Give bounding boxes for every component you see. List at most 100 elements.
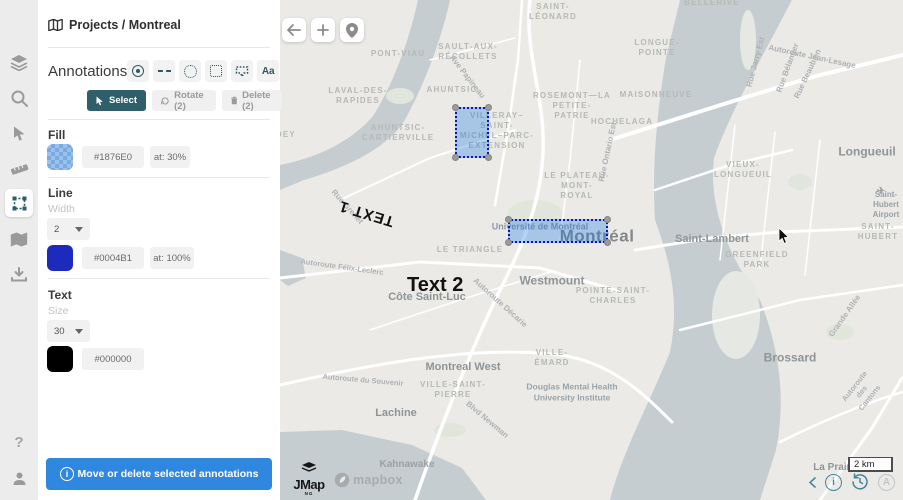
locate-button[interactable] xyxy=(340,18,364,42)
text-section-title: Text xyxy=(48,288,72,302)
text-tool-icon: Aa xyxy=(262,66,275,77)
chevron-down-icon xyxy=(75,329,83,334)
line-width-dropdown[interactable]: 2 xyxy=(47,218,90,240)
info-icon: i xyxy=(60,467,74,481)
line-color-swatch[interactable] xyxy=(47,245,73,271)
fill-section-title: Fill xyxy=(48,128,65,142)
chevron-down-icon xyxy=(75,227,83,232)
delete-button-label: Delete (2) xyxy=(242,90,273,112)
resize-handle[interactable] xyxy=(604,216,611,223)
history-button[interactable] xyxy=(851,473,869,491)
tool-rectangle-button[interactable] xyxy=(205,60,227,82)
resize-handle[interactable] xyxy=(452,104,459,111)
resize-handle[interactable] xyxy=(485,104,492,111)
polygon-icon xyxy=(235,65,249,78)
map-basemap xyxy=(280,0,903,500)
resize-handle[interactable] xyxy=(505,239,512,246)
export-button[interactable] xyxy=(7,262,31,286)
line-width-label: Width xyxy=(48,203,75,215)
compass-button[interactable]: A xyxy=(878,474,895,491)
point-icon xyxy=(132,65,144,77)
tool-line-button[interactable] xyxy=(153,60,175,82)
text-hex-field[interactable]: #000000 xyxy=(82,348,144,370)
jmap-logo: JMap NG xyxy=(292,460,326,496)
annotation-rectangle-1[interactable] xyxy=(455,107,489,158)
info-button[interactable]: i xyxy=(825,474,842,491)
text-size-value: 30 xyxy=(54,326,65,337)
tool-point-button[interactable] xyxy=(127,60,149,82)
download-icon xyxy=(11,267,27,282)
pin-icon xyxy=(346,23,358,38)
annotation-text-2[interactable]: Text 2 xyxy=(407,274,463,297)
fill-opacity-field[interactable]: at: 30% xyxy=(150,146,190,168)
resize-handle[interactable] xyxy=(485,154,492,161)
map-icon xyxy=(10,232,28,247)
tool-polygon-button[interactable] xyxy=(231,60,253,82)
search-button[interactable] xyxy=(7,86,31,110)
mapbox-logo-icon xyxy=(334,472,350,488)
rotate-button[interactable]: Rotate (2) xyxy=(152,90,216,111)
plus-icon xyxy=(317,24,329,36)
tool-text-button[interactable]: Aa xyxy=(257,60,279,82)
icon-rail: ? xyxy=(0,0,38,500)
rectangle-icon xyxy=(210,65,222,77)
back-arrow-icon xyxy=(287,24,301,36)
info-icon: i xyxy=(832,477,835,488)
annotations-tool-button[interactable] xyxy=(5,189,33,217)
rotate-button-label: Rotate (2) xyxy=(174,90,206,112)
hint-banner-text: Move or delete selected annotations xyxy=(74,468,272,480)
line-section-title: Line xyxy=(48,186,73,200)
jmap-logo-text: JMap xyxy=(292,478,326,491)
line-opacity-field[interactable]: at: 100% xyxy=(150,247,194,269)
resize-handle[interactable] xyxy=(604,239,611,246)
resize-handle[interactable] xyxy=(505,216,512,223)
help-icon: ? xyxy=(14,434,23,451)
text-size-dropdown[interactable]: 30 xyxy=(47,320,90,342)
rotate-icon xyxy=(161,96,169,106)
trash-icon xyxy=(231,95,238,106)
ruler-icon xyxy=(10,163,29,175)
layers-icon xyxy=(10,54,28,71)
search-icon xyxy=(11,90,28,107)
annotations-title: Annotations xyxy=(48,63,127,80)
mapbox-logo-text: mapbox xyxy=(353,473,403,487)
breadcrumb-text: Projects / Montreal xyxy=(69,18,181,32)
select-tool-button[interactable] xyxy=(7,122,31,146)
map-canvas[interactable]: SAINT- LÉONARDBELLERIVEPONT-VIAUSAULT-AU… xyxy=(280,0,903,500)
fill-hex-field[interactable]: #1876E0 xyxy=(82,146,144,168)
delete-button[interactable]: Delete (2) xyxy=(222,90,283,111)
measure-button[interactable] xyxy=(7,157,31,181)
select-cursor-icon xyxy=(96,96,104,106)
zoom-in-button[interactable] xyxy=(311,18,335,42)
hint-banner: i Move or delete selected annotations xyxy=(46,458,272,490)
select-button[interactable]: Select xyxy=(87,90,146,111)
breadcrumb[interactable]: Projects / Montreal xyxy=(48,18,181,32)
tool-circle-button[interactable] xyxy=(179,60,201,82)
select-button-label: Select xyxy=(109,95,137,106)
jmap-logo-icon xyxy=(301,462,317,473)
basemap-button[interactable] xyxy=(7,227,31,251)
scale-label: 2 km xyxy=(854,459,875,470)
sidebar: Projects / Montreal Annotations Aa Selec… xyxy=(38,0,280,500)
mapbox-logo[interactable]: mapbox xyxy=(334,472,403,488)
annotation-rectangle-2[interactable] xyxy=(508,219,608,243)
fill-color-swatch[interactable] xyxy=(47,144,73,170)
help-button[interactable]: ? xyxy=(7,430,31,454)
line-hex-field[interactable]: #0004B1 xyxy=(82,247,144,269)
map-icon xyxy=(48,19,63,31)
resize-handle[interactable] xyxy=(452,154,459,161)
app-window: SAINT- LÉONARDBELLERIVEPONT-VIAUSAULT-AU… xyxy=(0,0,903,500)
text-color-swatch[interactable] xyxy=(47,346,73,372)
line-width-value: 2 xyxy=(54,224,59,235)
circle-icon xyxy=(184,65,197,78)
map-scale: 2 km xyxy=(848,457,893,472)
layers-button[interactable] xyxy=(7,50,31,74)
user-button[interactable] xyxy=(7,466,31,490)
compass-a-icon: A xyxy=(883,477,890,488)
text-size-label: Size xyxy=(48,305,68,317)
chevron-left-icon[interactable] xyxy=(809,477,816,488)
line-icon xyxy=(158,70,171,72)
cursor-icon xyxy=(13,126,26,142)
mouse-cursor xyxy=(778,228,790,245)
collapse-sidebar-button[interactable] xyxy=(282,18,306,42)
